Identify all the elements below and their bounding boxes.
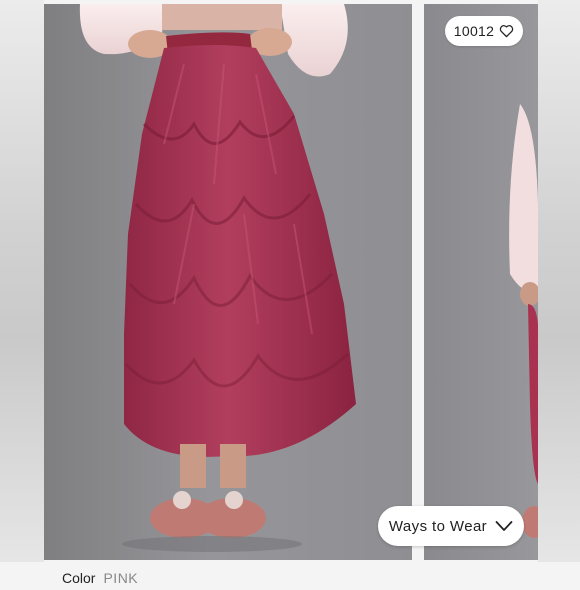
heart-icon: [500, 25, 514, 38]
product-color-row: Color PINK: [62, 570, 138, 590]
product-photo-next[interactable]: [424, 4, 538, 560]
chevron-down-icon: [495, 521, 513, 531]
next-photo-illustration: [509, 104, 538, 538]
product-image-gallery[interactable]: [0, 0, 580, 562]
gallery-right-edge: [538, 0, 580, 562]
ways-to-wear-button[interactable]: Ways to Wear: [378, 506, 524, 546]
likes-count: 10012: [453, 23, 495, 39]
color-value: PINK: [103, 570, 139, 586]
ways-to-wear-label: Ways to Wear: [388, 517, 488, 535]
skirt-photo-illustration: [79, 4, 356, 552]
color-label: Color: [62, 570, 96, 586]
product-photo-main[interactable]: [44, 4, 412, 560]
likes-badge[interactable]: 10012: [445, 16, 523, 46]
gallery-left-edge: [0, 0, 44, 562]
